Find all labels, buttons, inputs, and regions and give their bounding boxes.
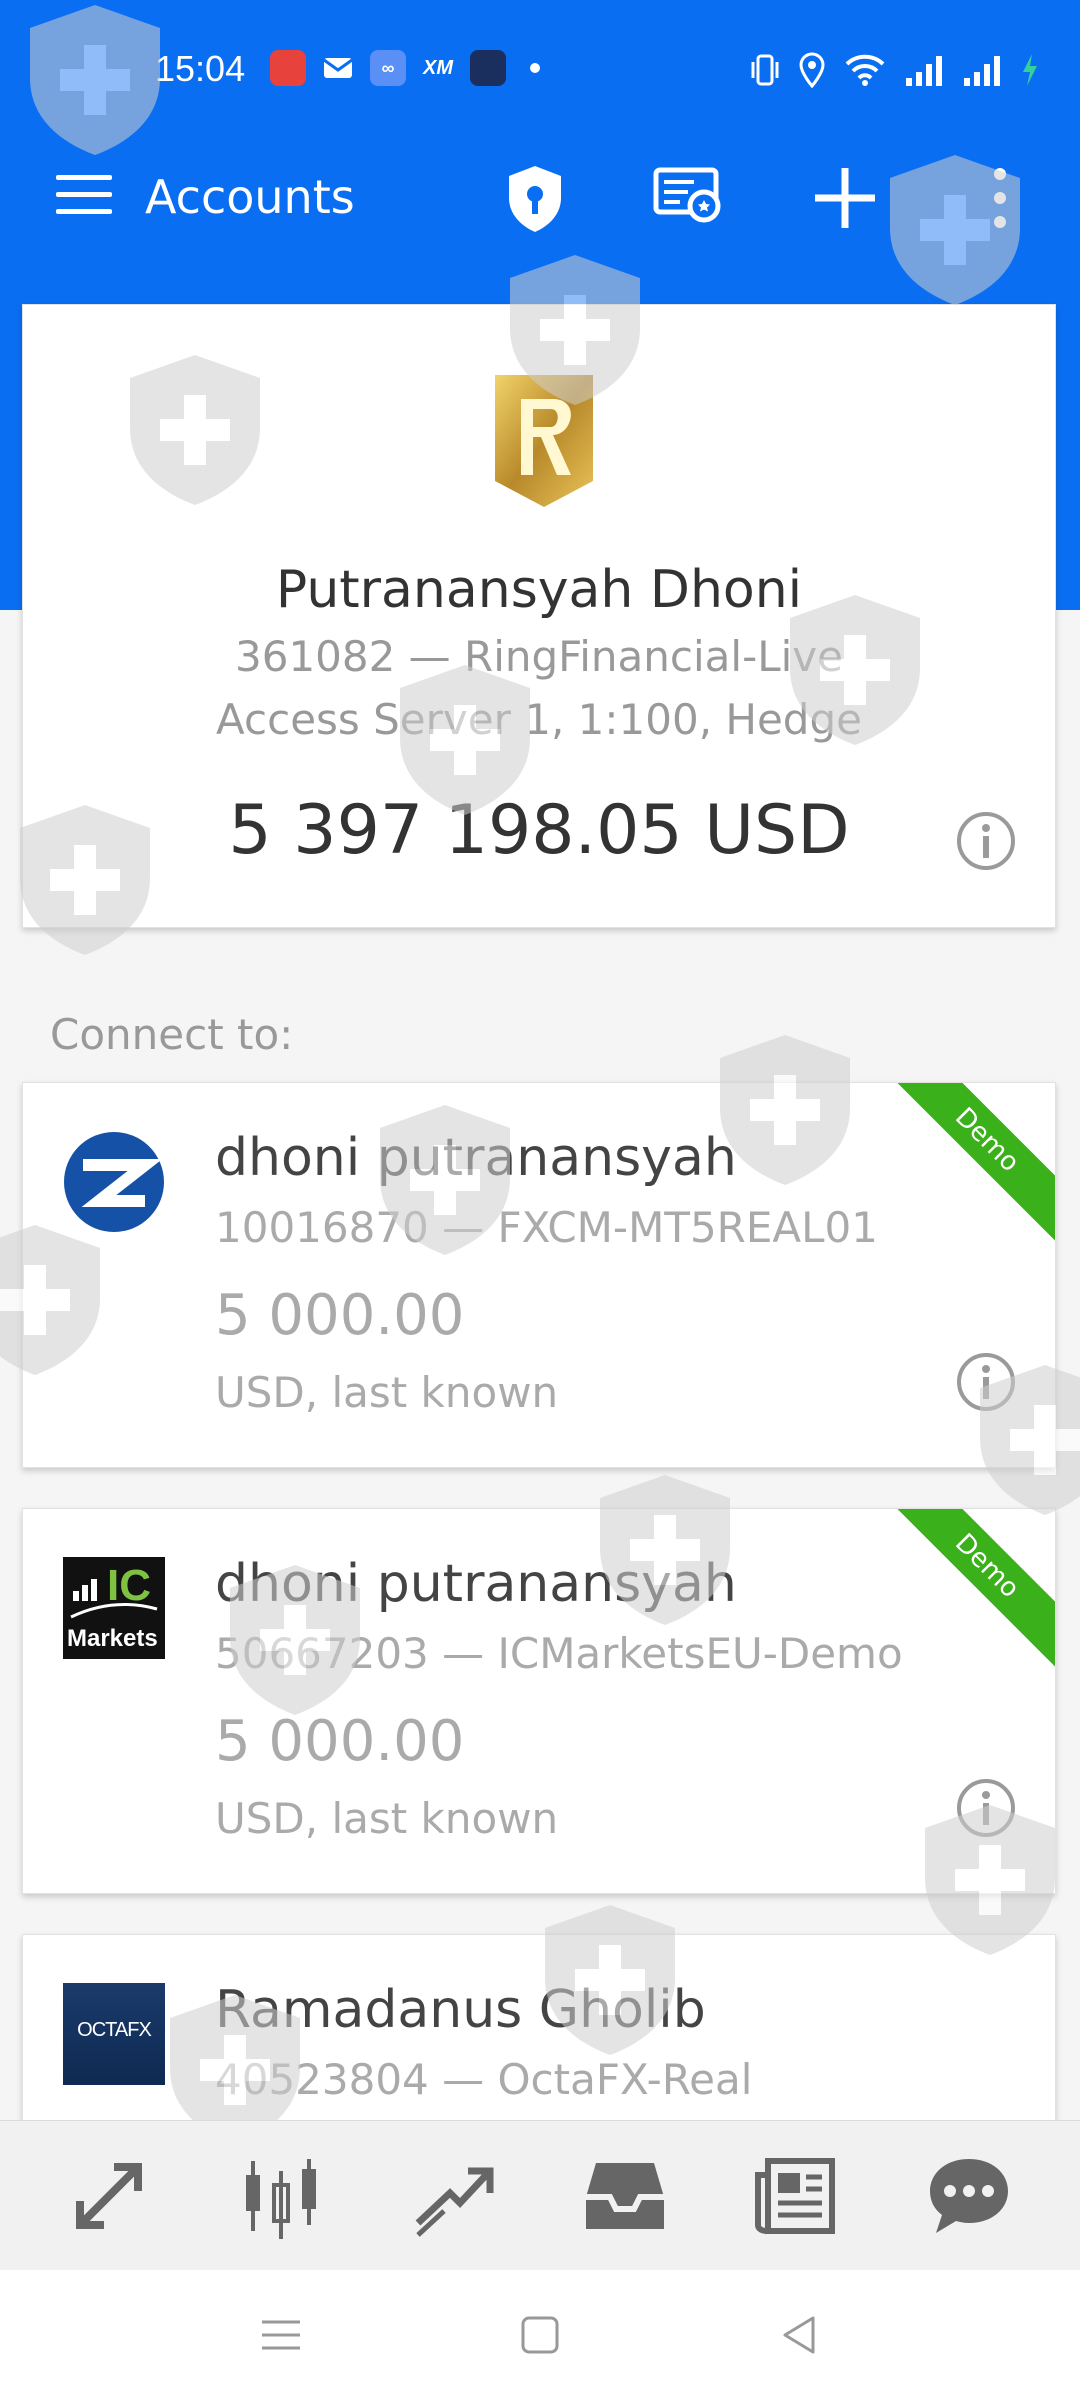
icmarkets-logo: IC Markets bbox=[63, 1557, 165, 1659]
account-name: dhoni putranansyah bbox=[215, 1128, 737, 1188]
location-icon bbox=[799, 52, 825, 88]
back-icon[interactable] bbox=[775, 2310, 825, 2360]
chart-icon[interactable] bbox=[238, 2153, 324, 2239]
certificate-icon[interactable] bbox=[650, 158, 730, 238]
info-icon[interactable] bbox=[955, 1777, 1017, 1839]
account-name: dhoni putranansyah bbox=[215, 1554, 737, 1614]
connect-to-label: Connect to: bbox=[50, 1010, 294, 1059]
more-vert-icon[interactable] bbox=[960, 158, 1040, 238]
account-name: Ramadanus Gholib bbox=[215, 1980, 706, 2040]
status-bar: 15:04 ∞ XM bbox=[0, 0, 1080, 140]
fxcm-logo bbox=[64, 1132, 164, 1232]
icmarkets-logo-ic: IC bbox=[107, 1561, 151, 1610]
menu-icon[interactable] bbox=[56, 175, 112, 215]
signal-icon bbox=[906, 56, 942, 86]
octafx-logo: OCTAFX bbox=[63, 1983, 165, 2085]
account-balance: 5 000.00 bbox=[215, 1709, 465, 1774]
account-details: Access Server 1, 1:100, Hedge bbox=[216, 695, 862, 744]
wifi-icon bbox=[845, 54, 885, 86]
trade-icon[interactable] bbox=[410, 2153, 496, 2239]
toolbar: Accounts bbox=[0, 140, 1080, 250]
vibrate-icon bbox=[751, 54, 779, 86]
current-account-card[interactable]: Putranansyah Dhoni 361082 — RingFinancia… bbox=[22, 304, 1056, 928]
account-balance: 5 000.00 bbox=[215, 1283, 465, 1348]
bottom-navigation bbox=[0, 2120, 1080, 2270]
chat-icon[interactable] bbox=[926, 2153, 1012, 2239]
shield-key-icon[interactable] bbox=[495, 158, 575, 238]
account-balance: 5 397 198.05 USD bbox=[228, 791, 850, 870]
recents-icon[interactable] bbox=[256, 2310, 306, 2360]
charging-icon bbox=[1023, 54, 1037, 86]
info-icon[interactable] bbox=[955, 1351, 1017, 1413]
add-icon[interactable] bbox=[805, 158, 885, 238]
mail-icon bbox=[320, 50, 356, 86]
app-icon bbox=[270, 50, 306, 86]
meta-icon: ∞ bbox=[370, 50, 406, 86]
account-server: 50667203 — ICMarketsEU-Demo bbox=[215, 1629, 903, 1678]
account-name: Putranansyah Dhoni bbox=[275, 560, 803, 620]
demo-badge: Demo bbox=[878, 1509, 1055, 1675]
account-server: 361082 — RingFinancial-Live bbox=[235, 632, 843, 681]
xm-icon: XM bbox=[423, 57, 453, 79]
history-icon[interactable] bbox=[582, 2153, 668, 2239]
signal-icon bbox=[964, 56, 1000, 86]
notification-dot bbox=[530, 63, 540, 73]
system-status-icons bbox=[750, 52, 1040, 88]
page-title: Accounts bbox=[145, 170, 355, 224]
account-currency: USD, last known bbox=[215, 1794, 559, 1843]
system-navigation-bar bbox=[0, 2270, 1080, 2400]
account-currency: USD, last known bbox=[215, 1368, 559, 1417]
account-card[interactable]: dhoni putranansyah 10016870 — FXCM-MT5RE… bbox=[22, 1082, 1056, 1468]
ringfinancial-logo bbox=[495, 375, 593, 507]
status-time: 15:04 bbox=[155, 48, 246, 89]
octafx-logo-text: OCTAFX bbox=[77, 2019, 152, 2041]
notification-icons: ∞ XM bbox=[270, 50, 540, 86]
account-server: 10016870 — FXCM-MT5REAL01 bbox=[215, 1203, 878, 1252]
account-card[interactable]: IC Markets dhoni putranansyah 50667203 —… bbox=[22, 1508, 1056, 1894]
home-icon[interactable] bbox=[515, 2310, 565, 2360]
icmarkets-logo-markets: Markets bbox=[67, 1625, 158, 1652]
quotes-icon[interactable] bbox=[66, 2153, 152, 2239]
account-server: 40523804 — OctaFX-Real bbox=[215, 2055, 753, 2104]
news-icon[interactable] bbox=[754, 2153, 840, 2239]
info-icon[interactable] bbox=[955, 810, 1017, 872]
app-icon bbox=[470, 50, 506, 86]
demo-badge: Demo bbox=[878, 1083, 1055, 1249]
